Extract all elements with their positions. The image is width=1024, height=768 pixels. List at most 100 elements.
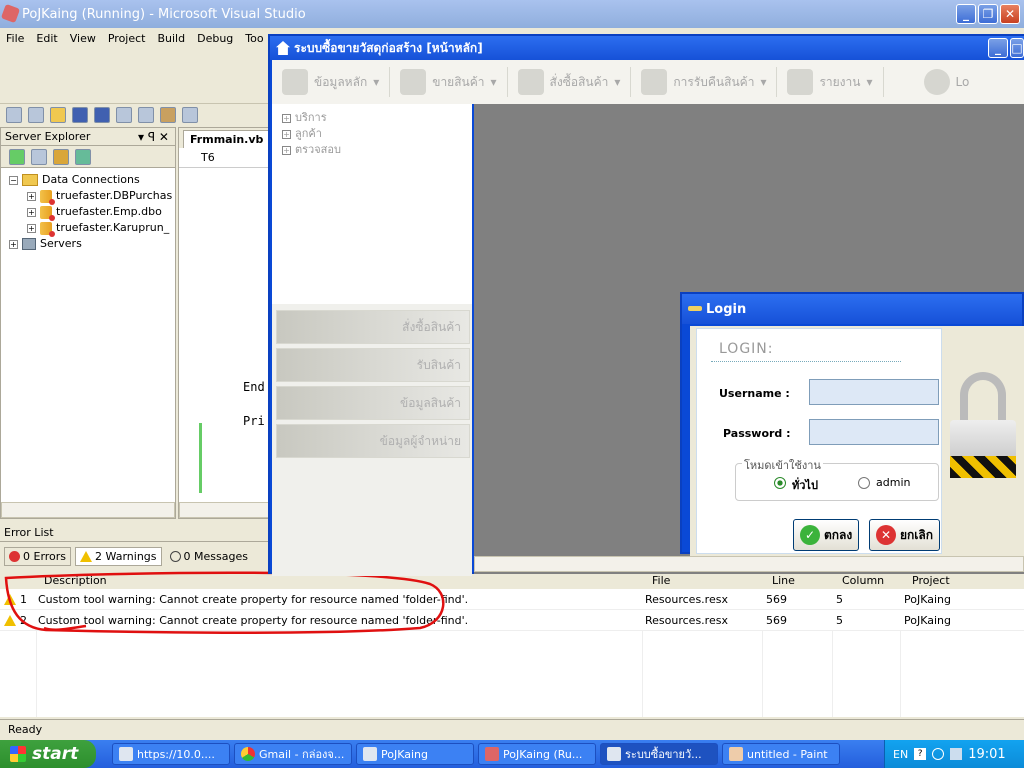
- windows-logo-icon: [10, 746, 26, 762]
- expand-icon[interactable]: +: [27, 191, 36, 201]
- start-button[interactable]: start: [0, 740, 96, 768]
- error-icon: [9, 550, 20, 562]
- edit-icon: [641, 69, 668, 95]
- col-file[interactable]: File: [652, 572, 670, 589]
- restore-button[interactable]: ❐: [978, 4, 998, 24]
- task-pojkaing[interactable]: PoJKaing: [356, 743, 474, 765]
- expand-icon[interactable]: +: [27, 207, 36, 217]
- tab-frmmain[interactable]: Frmmain.vb: [183, 130, 271, 148]
- visual-studio-icon: [485, 747, 499, 761]
- expand-icon[interactable]: +: [282, 129, 291, 139]
- editor-scrollbar[interactable]: [179, 502, 269, 518]
- nav-panel: สั่งซื้อสินค้า รับสินค้า ข้อมูลสินค้า ข้…: [272, 304, 472, 576]
- home-icon: [607, 747, 621, 761]
- collapse-icon[interactable]: −: [9, 175, 18, 185]
- folder-icon: [22, 174, 38, 186]
- panel-pin-icons[interactable]: ▾ ꟼ ✕: [138, 130, 169, 144]
- nav-product[interactable]: ข้อมูลสินค้า: [276, 386, 470, 420]
- toolbar-order[interactable]: สั่งซื้อสินค้า ▾: [508, 67, 632, 97]
- tree-check[interactable]: + ตรวจสอบ: [282, 142, 472, 158]
- tree-service[interactable]: + บริการ: [282, 110, 472, 126]
- save-icon[interactable]: [72, 106, 88, 123]
- cut-icon[interactable]: [116, 106, 132, 123]
- menu-debug[interactable]: Debug: [191, 32, 239, 45]
- radio-admin[interactable]: [858, 477, 870, 489]
- server-explorer-title: Server Explorer: [5, 130, 91, 143]
- task-visual-studio[interactable]: PoJKaing (Ru...: [478, 743, 596, 765]
- close-button[interactable]: ✕: [1000, 4, 1020, 24]
- mdi-scrollbar[interactable]: [474, 556, 1024, 572]
- menu-edit[interactable]: Edit: [30, 32, 63, 45]
- open-icon[interactable]: [50, 106, 66, 123]
- radio-general[interactable]: [774, 477, 786, 489]
- paste-icon[interactable]: [160, 106, 176, 123]
- toolbar-return[interactable]: การรับคืนสินค้า ▾: [631, 67, 778, 97]
- expand-icon[interactable]: +: [9, 239, 18, 249]
- ok-button[interactable]: ✓ ตกลง: [793, 519, 860, 551]
- menu-tools[interactable]: Too: [239, 32, 269, 45]
- task-thai-app[interactable]: ระบบซื้อขายวั...: [600, 743, 718, 765]
- password-label: Password :: [723, 427, 791, 440]
- minimize-button[interactable]: _: [956, 4, 976, 24]
- tree-customer[interactable]: + ลูกค้า: [282, 126, 472, 142]
- horizontal-scrollbar[interactable]: [1, 502, 175, 518]
- menu-project[interactable]: Project: [102, 32, 152, 45]
- toolbar-report[interactable]: รายงาน ▾: [777, 67, 884, 97]
- chrome-icon: [241, 747, 255, 761]
- col-column[interactable]: Column: [842, 572, 884, 589]
- tree-data-connections[interactable]: − Data Connections: [9, 172, 175, 188]
- add-item-icon[interactable]: [28, 106, 44, 123]
- connect-database-icon[interactable]: [53, 148, 69, 165]
- expand-icon[interactable]: +: [27, 223, 36, 233]
- new-project-icon[interactable]: [6, 106, 22, 123]
- task-paint[interactable]: untitled - Paint: [722, 743, 840, 765]
- login-heading: LOGIN:: [719, 341, 774, 357]
- username-label: Username :: [719, 387, 790, 400]
- app-minimize-button[interactable]: _: [988, 38, 1008, 58]
- tree-item-connection[interactable]: + truefaster.Emp.dbo: [9, 204, 175, 221]
- task-browser[interactable]: https://10.0....: [112, 743, 230, 765]
- menu-build[interactable]: Build: [151, 32, 191, 45]
- username-input[interactable]: [809, 379, 939, 405]
- tree-servers[interactable]: + Servers: [9, 236, 175, 252]
- nav-order[interactable]: สั่งซื้อสินค้า: [276, 310, 470, 344]
- app-title: ระบบซื้อขายวัสดุก่อสร้าง [หน้าหลัก]: [294, 40, 483, 55]
- error-list-filters: 0 Errors 2 Warnings 0 Messages: [0, 542, 270, 570]
- network-icon[interactable]: [950, 748, 963, 760]
- toolbar-sell[interactable]: ขายสินค้า ▾: [390, 67, 508, 97]
- class-combo[interactable]: T6: [179, 148, 269, 168]
- help-icon[interactable]: ?: [914, 748, 927, 760]
- nav-supplier[interactable]: ข้อมูลผู้จำหน่าย: [276, 424, 470, 458]
- expand-icon[interactable]: +: [282, 113, 291, 123]
- toolbar-logout[interactable]: Lo: [884, 67, 980, 97]
- copy-icon[interactable]: [138, 106, 154, 123]
- nav-receive[interactable]: รับสินค้า: [276, 348, 470, 382]
- project-icon: [363, 747, 377, 761]
- col-project[interactable]: Project: [912, 572, 950, 589]
- password-input[interactable]: [809, 419, 939, 445]
- clock[interactable]: 19:01: [968, 747, 1005, 762]
- tree-item-connection[interactable]: + truefaster.DBPurchas: [9, 188, 175, 205]
- toolbar-master-data[interactable]: ข้อมูลหลัก ▾: [272, 67, 391, 97]
- cancel-button[interactable]: ✕ ยกเลิก: [869, 519, 941, 551]
- undo-icon[interactable]: [182, 106, 198, 123]
- tree-item-connection[interactable]: + truefaster.Karuprun_: [9, 220, 175, 237]
- app-maximize-button[interactable]: □: [1010, 38, 1024, 58]
- save-all-icon[interactable]: [94, 106, 110, 123]
- menu-view[interactable]: View: [64, 32, 102, 45]
- errors-filter-button[interactable]: 0 Errors: [4, 546, 72, 566]
- change-marker: [199, 423, 202, 493]
- key-icon: [688, 306, 702, 311]
- language-indicator[interactable]: EN: [893, 748, 908, 761]
- expand-icon[interactable]: +: [282, 145, 291, 155]
- warnings-filter-button[interactable]: 2 Warnings: [75, 546, 162, 566]
- col-line[interactable]: Line: [772, 572, 795, 589]
- server-explorer-tree: − Data Connections + truefaster.DBPurchas …: [1, 168, 175, 252]
- refresh-icon[interactable]: [9, 148, 25, 165]
- messages-filter-button[interactable]: 0 Messages: [166, 548, 252, 565]
- connect-server-icon[interactable]: [75, 148, 91, 165]
- menu-file[interactable]: File: [0, 32, 30, 45]
- task-gmail[interactable]: Gmail - กล่องจ...: [234, 743, 352, 765]
- stop-icon[interactable]: [31, 148, 47, 165]
- tray-expand-icon[interactable]: [932, 748, 945, 760]
